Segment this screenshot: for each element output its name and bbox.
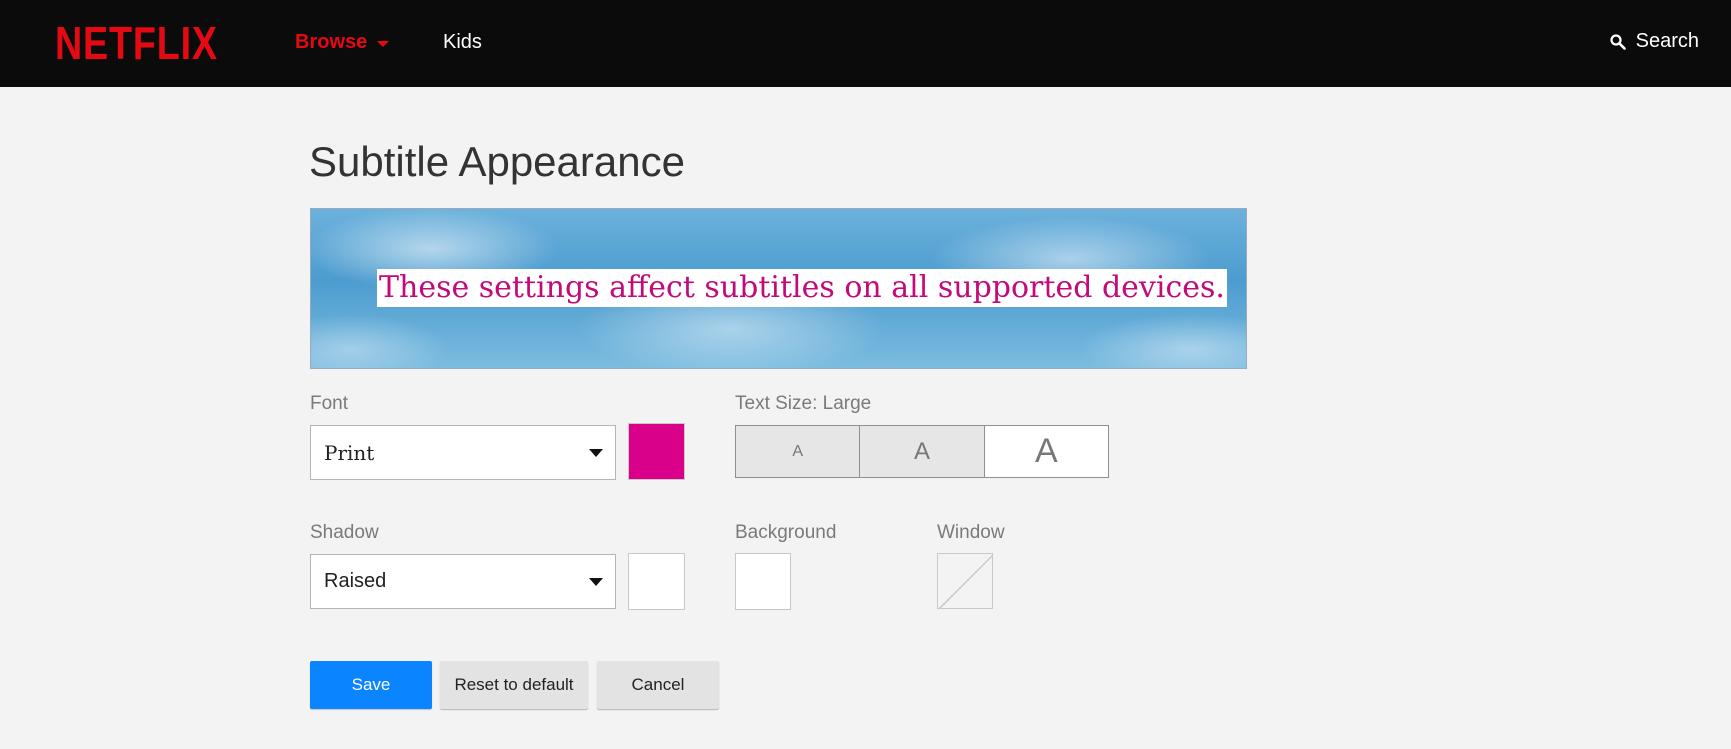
dropdown-arrow-icon [589,578,603,586]
top-nav-bar: NETFLIX Browse Kids Search [0,0,1731,87]
text-size-medium-button[interactable]: A [860,426,985,477]
preview-subtitle-text: These settings affect subtitles on all s… [377,269,1227,307]
netflix-logo[interactable]: NETFLIX [55,20,218,66]
search-button[interactable]: Search [1610,30,1699,53]
cancel-button[interactable]: Cancel [597,661,719,709]
no-color-slash-icon [938,554,992,608]
subtitle-preview: These settings affect subtitles on all s… [310,208,1247,369]
text-size-selector: A A A [735,425,1109,478]
text-size-label: Text Size: Large [735,393,872,414]
search-icon [1610,33,1626,50]
font-color-swatch[interactable] [628,423,685,480]
save-button[interactable]: Save [310,661,432,709]
background-color-swatch[interactable] [735,553,791,610]
reset-to-default-button[interactable]: Reset to default [440,661,588,709]
dropdown-arrow-icon [589,449,603,457]
font-select-value: Print [324,440,375,465]
nav-browse-menu[interactable]: Browse [295,31,390,54]
background-label: Background [735,522,837,543]
shadow-select-value: Raised [324,570,387,592]
text-size-large-button[interactable]: A [984,426,1108,477]
font-select[interactable]: Print [310,425,616,480]
shadow-label: Shadow [310,522,379,543]
page-title: Subtitle Appearance [309,138,685,185]
nav-browse-label: Browse [295,31,368,53]
window-label: Window [937,522,1005,543]
shadow-color-swatch[interactable] [628,553,685,610]
text-size-small-button[interactable]: A [736,426,861,477]
nav-kids-link[interactable]: Kids [443,31,482,54]
font-label: Font [310,393,349,414]
window-color-swatch[interactable] [937,553,993,609]
shadow-select[interactable]: Raised [310,554,616,609]
caret-down-icon [377,41,390,47]
search-label: Search [1635,30,1699,52]
